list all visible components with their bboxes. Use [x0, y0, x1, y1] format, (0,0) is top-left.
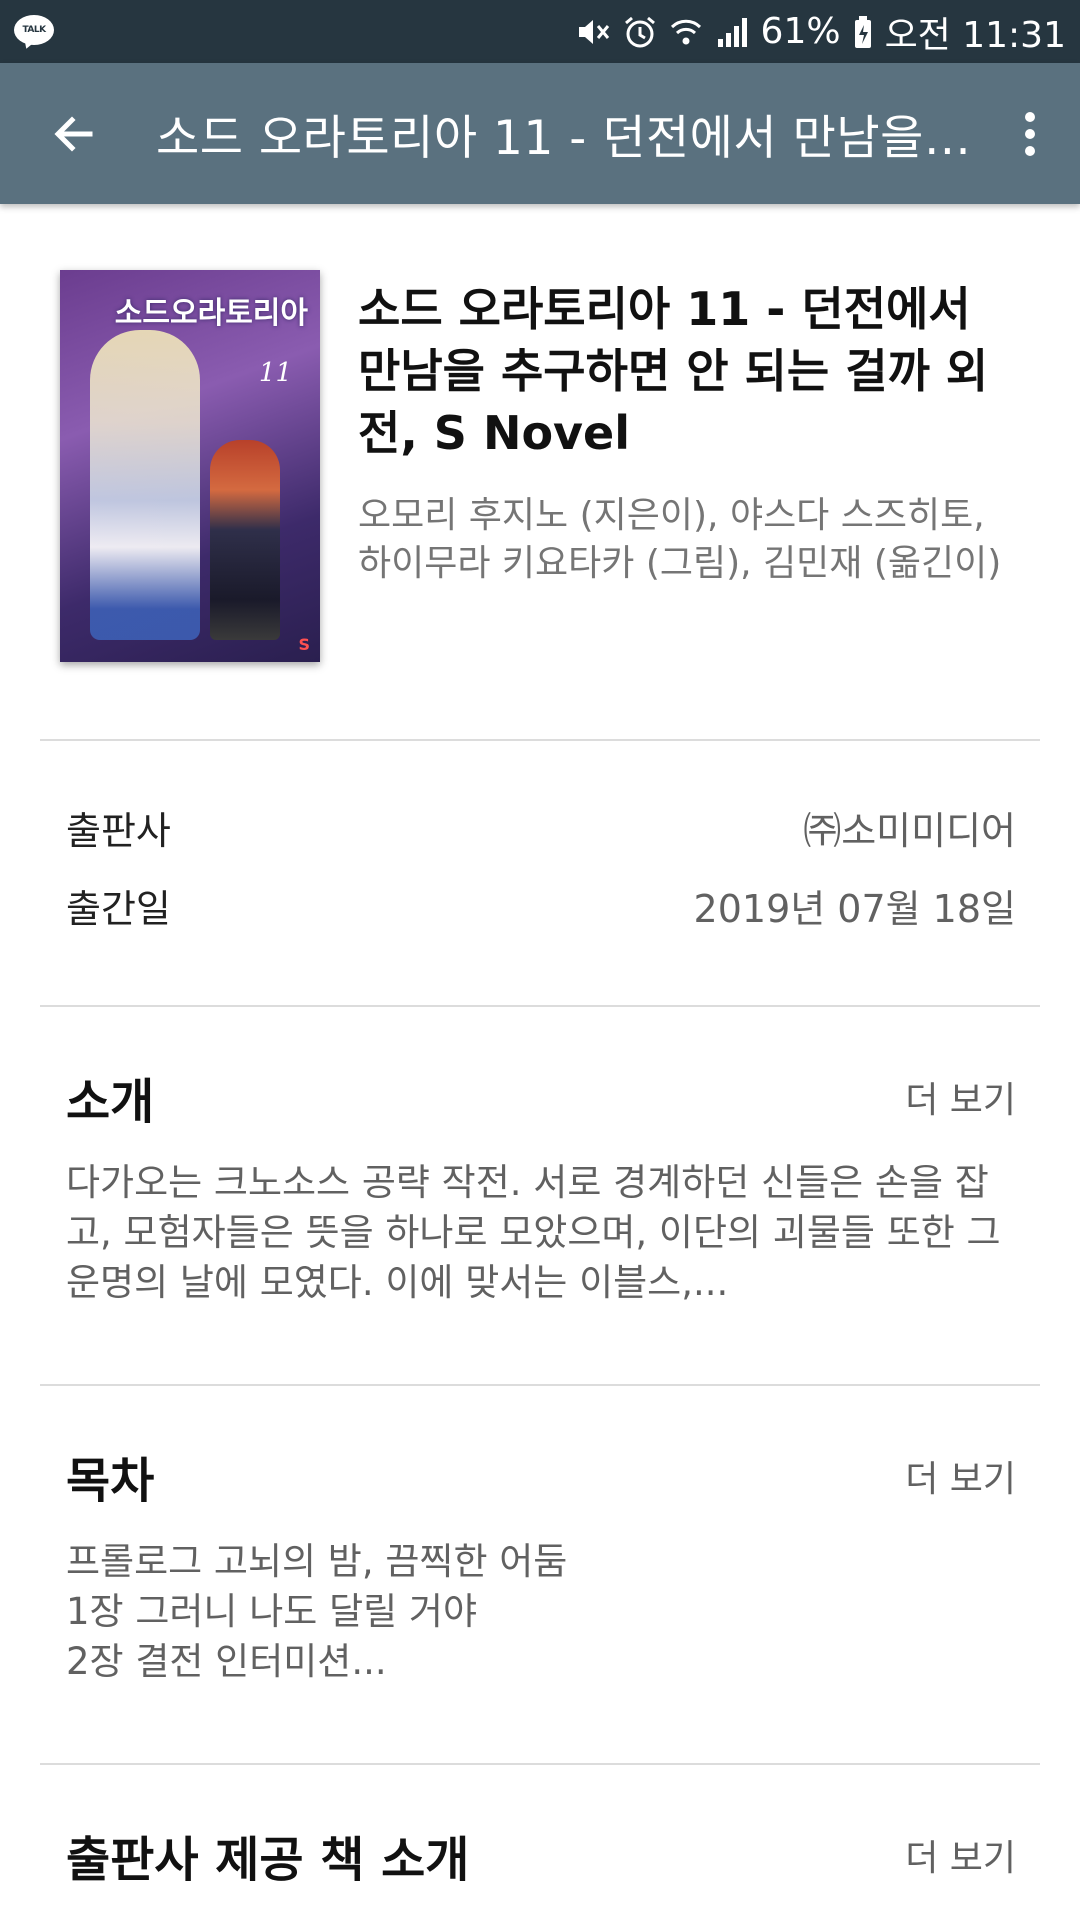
book-header: 소드오라토리아 11 S 소드 오라토리아 11 - 던전에서 만남을 추구하면…: [0, 204, 1080, 662]
page-title: 소드 오라토리아 11 - 던전에서 만남을 추구하면 안 되는 걸까 외전, …: [156, 111, 980, 166]
clock: 오전 11:31: [884, 14, 1066, 56]
cover-number: 11: [258, 358, 292, 388]
divider: [40, 1384, 1040, 1386]
toc-title: 목차: [66, 1453, 155, 1509]
divider: [40, 1763, 1040, 1765]
toc-more-button[interactable]: 더 보기: [905, 1450, 1016, 1502]
book-cover[interactable]: 소드오라토리아 11 S: [60, 270, 320, 662]
battery-icon: [853, 15, 873, 49]
intro-header: 소개 더 보기: [66, 1062, 1016, 1132]
wifi-icon: [669, 15, 703, 49]
book-info: 소드 오라토리아 11 - 던전에서 만남을 추구하면 안 되는 걸까 외전, …: [358, 270, 1020, 662]
intro-more-button[interactable]: 더 보기: [905, 1071, 1016, 1123]
battery-percent: 61%: [760, 11, 841, 52]
app-bar: 소드 오라토리아 11 - 던전에서 만남을 추구하면 안 되는 걸까 외전, …: [0, 63, 1080, 204]
publish-date-label: 출간일: [66, 887, 171, 931]
toc-item: 1장 그러니 나도 달릴 거야: [66, 1590, 477, 1633]
toc-item: 프롤로그 고뇌의 밤, 끔찍한 어둠: [66, 1540, 568, 1583]
divider: [40, 739, 1040, 741]
overflow-menu-button[interactable]: [980, 63, 1080, 204]
book-title: 소드 오라토리아 11 - 던전에서 만남을 추구하면 안 되는 걸까 외전, …: [358, 282, 989, 460]
publisher-intro-more-button[interactable]: 더 보기: [905, 1829, 1016, 1881]
toc-list: 프롤로그 고뇌의 밤, 끔찍한 어둠 1장 그러니 나도 달릴 거야 2장 결전…: [66, 1537, 1016, 1687]
book-authors: 오모리 후지노 (지은이), 야스다 스즈히토, 하이무라 키요타카 (그림),…: [358, 495, 1002, 584]
cover-publisher-mark: S: [298, 635, 310, 654]
intro-text: 다가오는 크노소스 공략 작전. 서로 경계하던 신들은 손을 잡고, 모험자들…: [66, 1161, 1001, 1304]
arrow-left-icon: [54, 115, 93, 152]
publisher-value: ㈜소미미디어: [803, 809, 1016, 853]
divider: [40, 1005, 1040, 1007]
toc-item: 2장 결전 인터미션...: [66, 1640, 387, 1683]
intro-title: 소개: [66, 1074, 155, 1130]
publisher-row: 출판사 ㈜소미미디어: [66, 800, 1016, 855]
publisher-intro-title: 출판사 제공 책 소개: [66, 1832, 470, 1888]
alarm-icon: [623, 15, 657, 49]
toc-header: 목차 더 보기: [66, 1441, 1016, 1511]
back-button[interactable]: [14, 63, 134, 204]
more-vert-icon: [1025, 111, 1035, 156]
mute-icon: [575, 15, 611, 49]
kakaotalk-notification-icon: TALK: [14, 14, 56, 51]
publisher-intro-header: 출판사 제공 책 소개 더 보기: [66, 1820, 1016, 1890]
signal-icon: [715, 15, 749, 49]
status-bar: TALK 61% 오전 11:31: [0, 0, 1080, 63]
publisher-label: 출판사: [66, 809, 171, 853]
publish-date-value: 2019년 07월 18일: [693, 887, 1016, 931]
cover-title: 소드오라토리아: [114, 296, 308, 331]
publish-date-row: 출간일 2019년 07월 18일: [66, 878, 1016, 933]
